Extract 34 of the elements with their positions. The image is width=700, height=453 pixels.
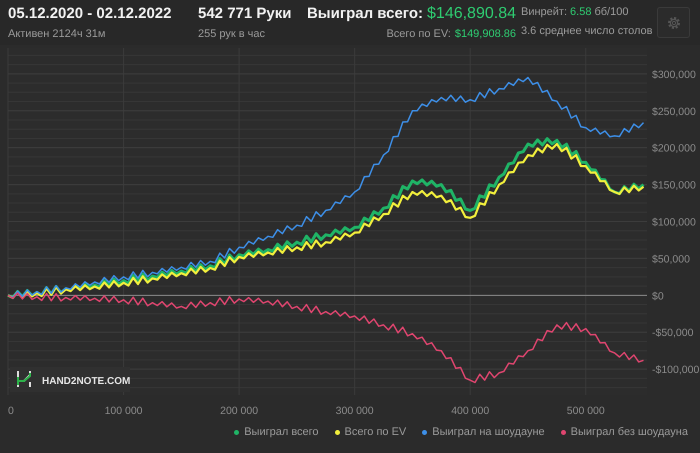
settings-button[interactable] <box>657 7 690 38</box>
y-tick-label: $250,000 <box>652 106 696 118</box>
y-tick-label: $300,000 <box>652 68 696 81</box>
ev-value: $149,908.86 <box>454 27 516 42</box>
tables-average: 3.6 среднее число столов <box>521 24 653 39</box>
y-tick-label: $150,000 <box>652 180 696 192</box>
legend-label: Выиграл на шоудауне <box>432 426 545 438</box>
date-range: 05.12.2020 - 02.12.2022 <box>8 4 172 24</box>
x-tick-label: 500 000 <box>566 405 605 417</box>
legend-label: Выиграл без шоудауна <box>570 426 688 438</box>
x-tick-label: 400 000 <box>451 405 490 417</box>
ev-label: Всего по EV: <box>386 27 451 42</box>
y-tick-label: -$100,000 <box>652 364 700 376</box>
y-tick-label: $0 <box>652 290 664 302</box>
settings-icon <box>666 14 682 30</box>
won-label: Выиграл всего: <box>306 4 424 24</box>
x-tick-label: 300 000 <box>336 405 374 417</box>
legend-label: Всего по EV <box>344 426 406 438</box>
watermark-logo: HAND2NOTE.COM <box>10 367 130 392</box>
won-value: $146,890.84 <box>427 4 516 24</box>
x-tick-label: 100 000 <box>104 405 143 417</box>
y-tick-label: $50,000 <box>652 253 690 266</box>
y-tick-label: -$50,000 <box>652 327 694 340</box>
x-tick-label: 200 000 <box>220 405 258 417</box>
y-tick-label: $100,000 <box>652 216 696 228</box>
active-time: Активен 2124ч 31м <box>8 27 106 42</box>
legend-label: Выиграл всего <box>244 426 319 438</box>
hands-per-hour: 255 рук в час <box>198 27 266 42</box>
y-tick-label: $200,000 <box>652 142 696 155</box>
x-tick-label: 0 <box>8 405 14 417</box>
winrate-unit: бб/100 <box>594 5 628 20</box>
winrate-value: 6.58 <box>570 5 592 20</box>
hands-count: 542 771 Руки <box>198 4 292 24</box>
winrate-label: Винрейт: <box>521 5 568 20</box>
